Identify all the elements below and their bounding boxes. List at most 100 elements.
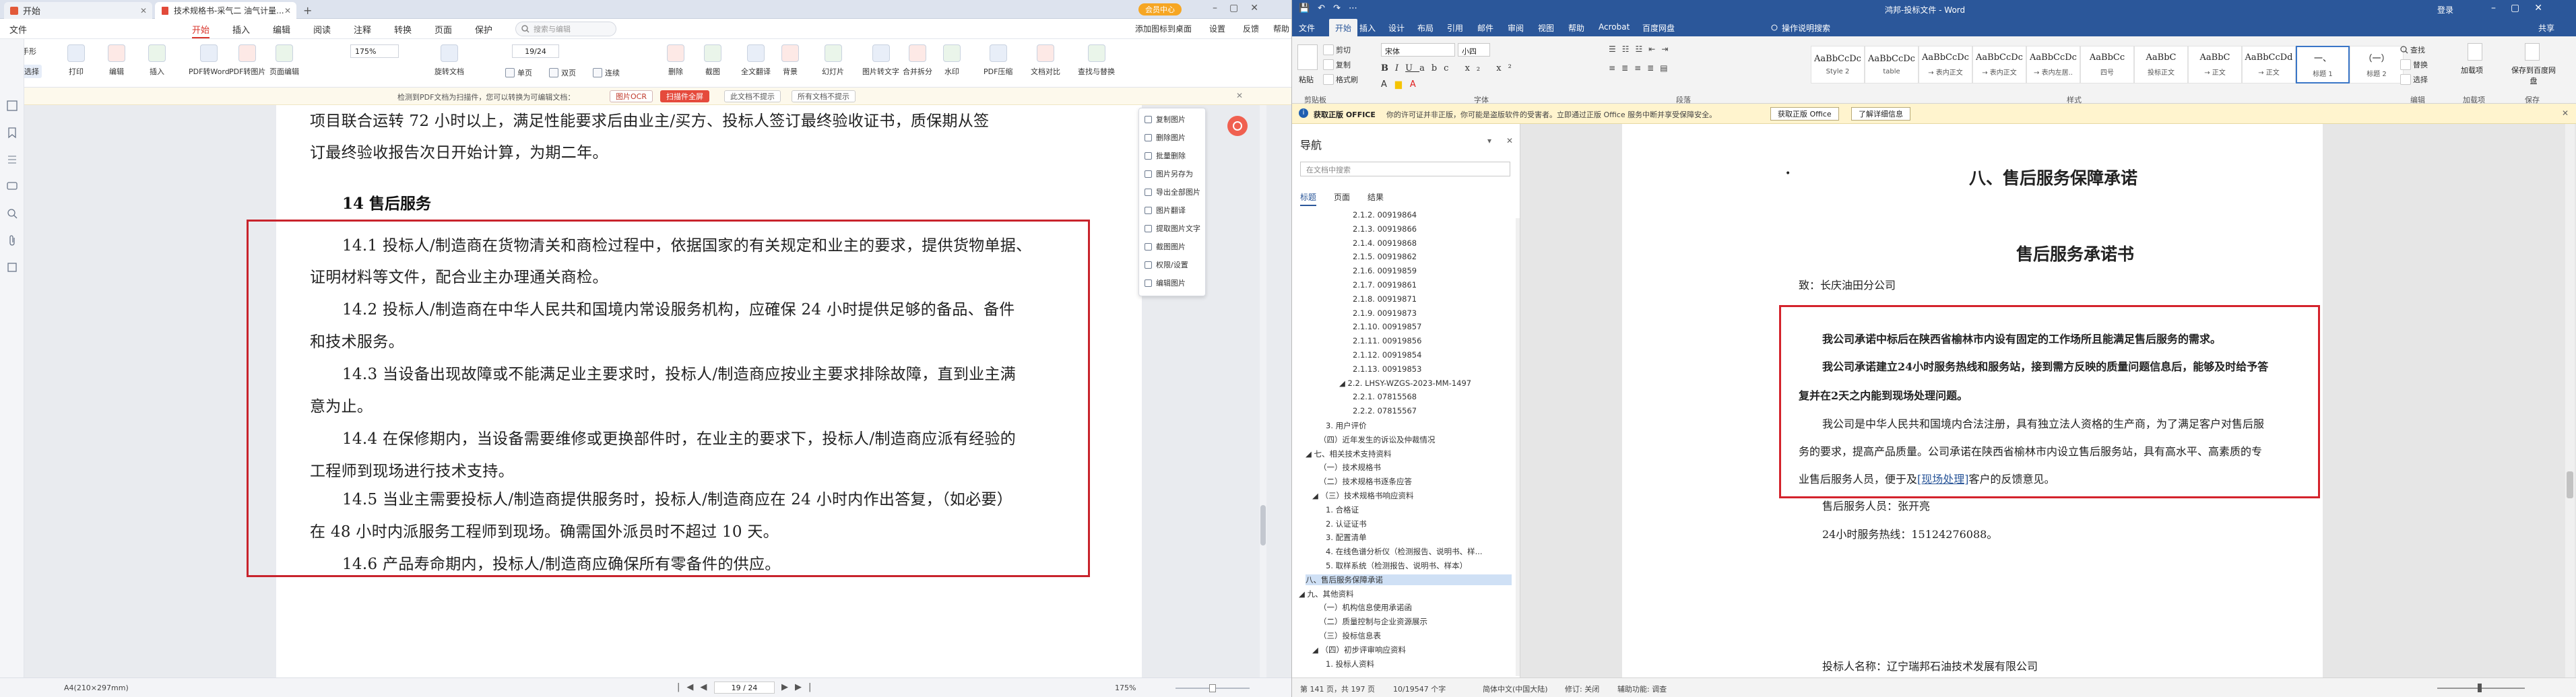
style-gallery-item[interactable]: AaBbCcDc table [1865,46,1919,84]
word-menu-item[interactable]: 文件 [1299,22,1315,34]
close-icon[interactable]: ✕ [1506,136,1513,145]
slides-button[interactable]: 幻灯片 [822,44,844,77]
nav-heading-item[interactable]: （三）投标信息表 [1319,630,1381,641]
style-gallery-item[interactable]: AaBbC → 正文 [2188,46,2242,84]
bookmark-icon[interactable] [6,127,18,139]
close-icon[interactable]: ✕ [284,6,291,15]
context-menu-item[interactable]: 导出全部图片 [1145,187,1200,197]
menu-read[interactable]: 阅读 [313,23,331,36]
style-gallery-item[interactable]: AaBbC 投标正文 [2134,46,2188,84]
view-single[interactable]: 单页 [505,67,532,78]
zoom-slider-handle[interactable] [2478,684,2482,692]
outline-icon[interactable] [6,154,18,166]
menu-page[interactable]: 页面 [434,23,452,36]
menu-insert[interactable]: 插入 [232,23,250,36]
doc-compare-button[interactable]: 文档对比 [1031,44,1060,77]
page-first-prev-buttons[interactable]: |◀◀ [677,682,713,692]
nav-heading-item[interactable]: 2.2.2. 07815567 [1353,406,1417,416]
watermark-button[interactable]: 水印 [943,44,961,77]
context-menu-item[interactable]: 图片另存为 [1145,168,1193,179]
style-gallery-item[interactable]: 一、 标题 1 [2296,46,2350,84]
zoom-slider-handle[interactable] [1209,684,1216,692]
context-menu-item[interactable]: 提取图片文字 [1145,223,1200,234]
window-controls[interactable]: –▢✕ [1213,3,1270,13]
nav-heading-item[interactable]: ◢ 2.2. LHSY-WZGS-2023-MM-1497 [1339,378,1471,388]
find-replace-button[interactable]: 查找与替换 [1078,44,1115,77]
close-icon[interactable]: ✕ [2562,108,2569,118]
new-tab-button[interactable]: + [303,4,312,17]
learn-more-button[interactable]: 了解详细信息 [1851,107,1910,121]
tab-home[interactable]: 开始 ✕ [4,2,152,19]
style-gallery-item[interactable]: AaBbCcDc → 表内左居.. [2026,46,2080,84]
replace-button[interactable]: 替换 [2400,58,2428,71]
context-menu-item[interactable]: 编辑图片 [1145,277,1186,288]
screenshot-button[interactable]: 截图 [704,44,721,77]
copy-button[interactable]: 复制 [1323,58,1351,71]
nav-heading-item[interactable]: 2.1.3. 00919866 [1353,224,1417,234]
page-edit-button[interactable]: 页面编辑 [269,44,299,77]
paste-icon[interactable] [1297,44,1318,70]
settings-link[interactable]: 设置 [1209,23,1225,34]
style-gallery-item[interactable]: AaBbCcDd → 正文 [2242,46,2296,84]
context-menu-item[interactable]: 图片翻译 [1145,205,1186,215]
menu-protect[interactable]: 保护 [475,23,492,36]
insert-button[interactable]: 插入 [148,44,166,77]
nav-search-input[interactable]: 在文档中搜索 [1300,162,1510,176]
quick-access-toolbar[interactable]: 💾↶↷⋯ [1299,3,1365,13]
tab-document[interactable]: 技术规格书-采气二 油气计量... ✕ [155,2,296,19]
nav-tab-pages[interactable]: 页面 [1334,191,1350,203]
cut-button[interactable]: 剪切 [1323,43,1351,57]
nav-heading-item[interactable]: ◢ 七、相关技术支持资料 [1306,449,1392,459]
page-next-last-buttons[interactable]: ▶▶| [781,682,818,692]
save-to-cloud-button[interactable]: 保存到百度网盘 [2510,65,2557,86]
context-menu-item[interactable]: 权限/设置 [1145,259,1188,270]
style-gallery-item[interactable]: （一） 标题 2 [2350,46,2404,84]
close-icon[interactable]: ✕ [1236,91,1243,100]
search-box[interactable]: 搜索与编辑 [515,22,616,36]
word-menu-item[interactable]: 布局 [1417,22,1434,34]
format-painter-button[interactable]: 格式刷 [1323,73,1358,86]
pdf-to-image-button[interactable]: PDF转图片 [229,44,265,77]
nav-heading-item[interactable]: 2.1.12. 00919854 [1353,350,1421,360]
align-buttons[interactable]: ≡≣≡≣▤ [1609,63,1674,73]
addins-button[interactable]: 加载项 [2461,65,2483,75]
vertical-scrollbar[interactable] [2565,124,2575,677]
find-button[interactable]: 查找 [2400,43,2425,57]
select-button[interactable]: 选择 [2400,73,2428,86]
tell-me-box[interactable]: 操作说明搜索 [1770,22,1830,34]
help-link[interactable]: 帮助 [1273,23,1289,34]
merge-split-button[interactable]: 合并拆分 [903,44,932,77]
full-translate-button[interactable]: 全文翻译 [741,44,771,77]
nav-options-icon[interactable]: ▾ [1487,136,1491,145]
background-button[interactable]: 背景 [781,44,799,77]
word-menu-item[interactable]: 帮助 [1568,22,1584,34]
nav-heading-item[interactable]: （二）技术规格书逐条应答 [1319,476,1412,487]
add-desktop-icon-link[interactable]: 添加图标到桌面 [1135,23,1192,34]
word-menu-item[interactable]: 邮件 [1477,22,1493,34]
nav-heading-item[interactable]: （一）技术规格书 [1319,462,1381,473]
nav-heading-item[interactable]: （二）质量控制与企业资源展示 [1319,616,1427,627]
nav-heading-item[interactable]: 2.1.6. 00919859 [1353,266,1417,275]
nav-heading-item[interactable]: 2.1.11. 00919856 [1353,336,1421,345]
menu-annotate[interactable]: 注释 [354,23,371,36]
nav-heading-item[interactable]: 2.1.2. 00919864 [1353,210,1417,220]
word-menu-item[interactable]: Acrobat [1599,22,1630,32]
vertical-scrollbar[interactable] [1260,105,1266,677]
style-gallery-item[interactable]: AaBbCc 四号 [2080,46,2134,84]
print-button[interactable]: 打印 [67,44,85,77]
nav-heading-item[interactable]: ◢ （四）初步评审响应资料 [1312,644,1406,655]
nav-heading-item[interactable]: 5. 取样系统（检测报告、说明书、样本） [1326,560,1467,571]
nav-heading-item[interactable]: 2.1.8. 00919871 [1353,294,1417,304]
get-office-button[interactable]: 获取正版 Office [1770,107,1839,121]
context-menu-item[interactable]: 复制图片 [1145,114,1186,125]
paste-button[interactable]: 粘贴 [1299,74,1314,85]
attachment-icon[interactable] [6,234,18,246]
dont-show-doc-button[interactable]: 此文档不提示 [724,90,781,102]
status-page-input[interactable]: 19 / 24 [714,682,775,694]
nav-heading-item[interactable]: 2.1.4. 00919868 [1353,238,1417,248]
list-buttons[interactable]: ☰☷☳⇤⇥ [1609,44,1674,54]
context-menu-item[interactable]: 批量删除 [1145,150,1186,161]
word-menu-item[interactable]: 百度网盘 [1642,22,1675,34]
word-menu-item[interactable]: 设计 [1388,22,1405,34]
font-size-select[interactable]: 小四 [1458,43,1490,57]
